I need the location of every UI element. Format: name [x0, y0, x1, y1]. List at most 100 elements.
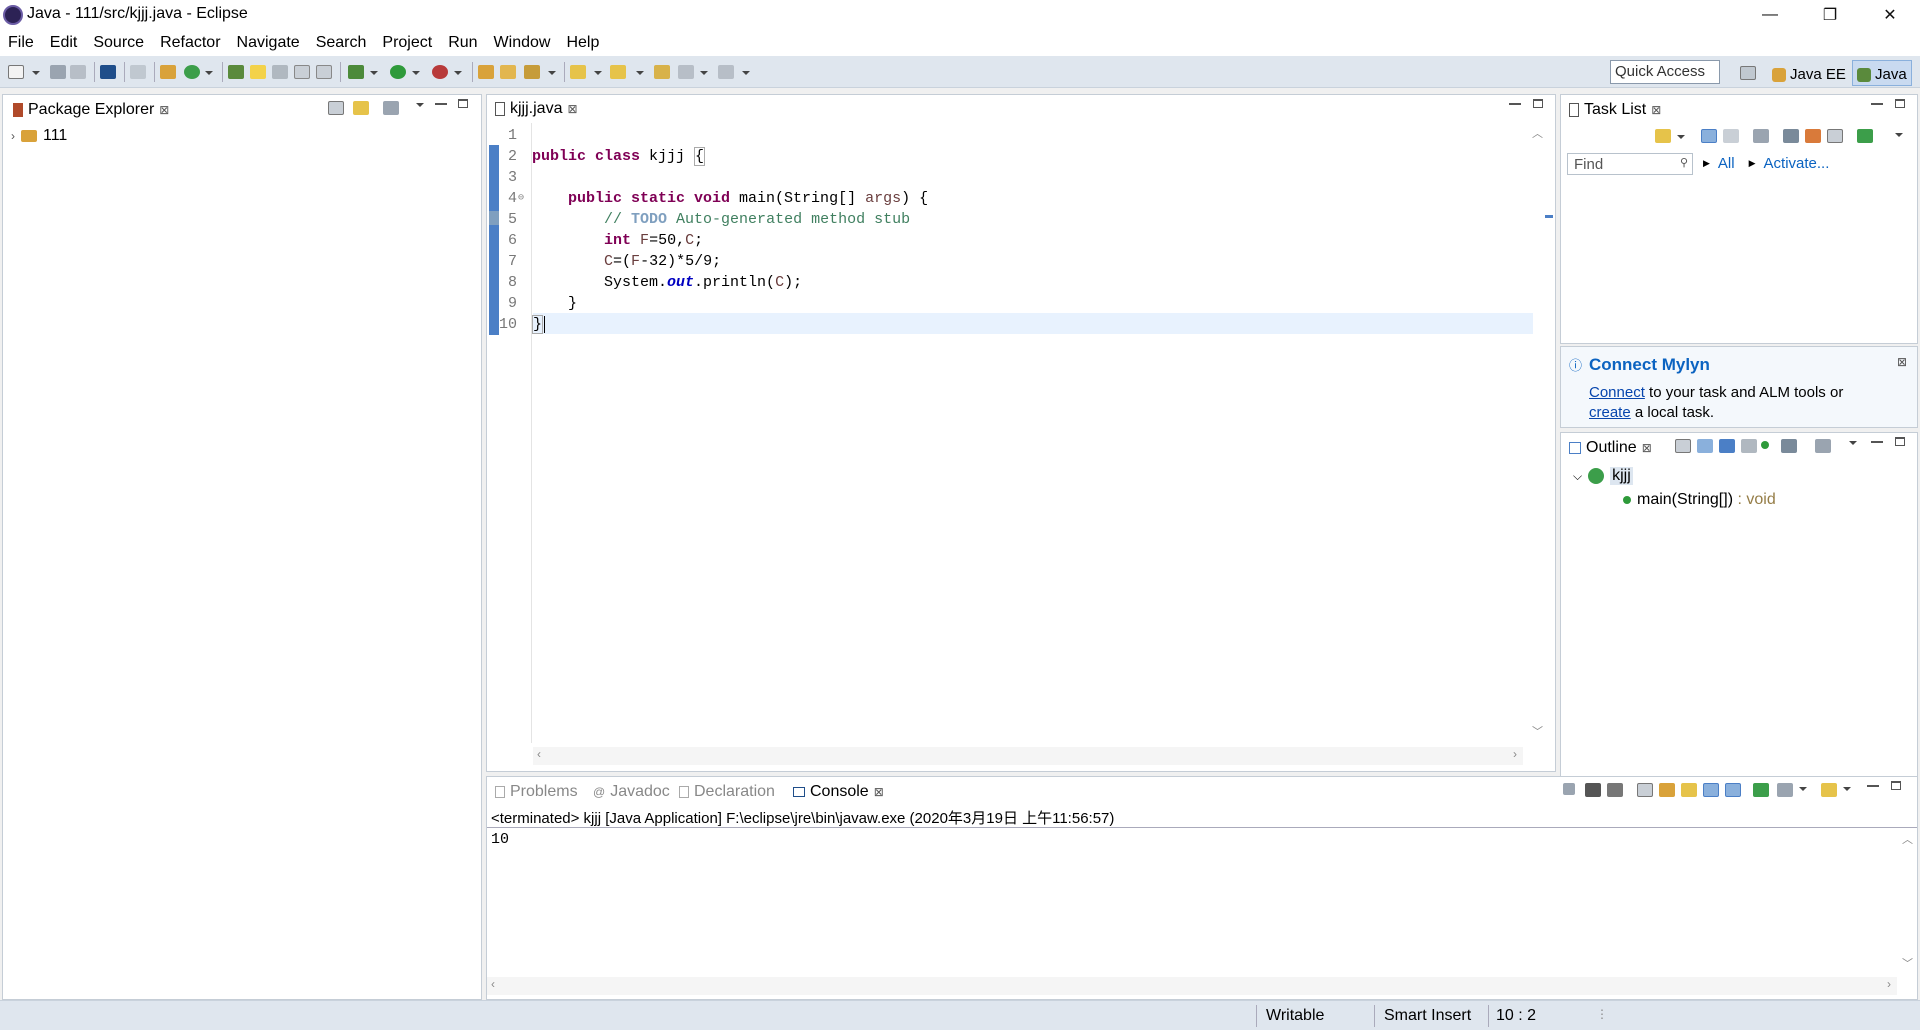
close-tab-icon[interactable]: ⊠ [1651, 103, 1661, 117]
repository-icon[interactable] [1857, 129, 1873, 143]
editor-vertical-scrollbar[interactable]: ︿ ﹀ [1527, 123, 1547, 743]
clear-console-icon[interactable] [1637, 783, 1653, 797]
tree-item-111[interactable]: › 111 [11, 127, 67, 145]
focus-icon[interactable] [1753, 129, 1769, 143]
tab-console[interactable]: Console ⊠ [787, 779, 890, 805]
back-dropdown-icon[interactable] [700, 71, 708, 75]
close-icon[interactable]: ⊠ [1897, 355, 1907, 369]
sync-icon[interactable] [1805, 129, 1821, 143]
maximize-view-icon[interactable] [1891, 781, 1901, 790]
prev-annotation-dropdown-icon[interactable] [636, 71, 644, 75]
open-perspective-icon[interactable] [1740, 66, 1756, 80]
scroll-right-icon[interactable]: › [1887, 977, 1891, 991]
perspective-java-ee[interactable]: Java EE [1768, 60, 1850, 86]
console-horizontal-scrollbar[interactable]: ‹ › [487, 977, 1897, 995]
new-task-dropdown-icon[interactable] [1677, 135, 1685, 139]
connect-link[interactable]: Connect [1589, 384, 1645, 401]
hide-completed-icon[interactable] [1783, 129, 1799, 143]
open-folder-icon[interactable] [478, 65, 494, 79]
sort-icon[interactable] [1697, 439, 1713, 453]
show-on-stderr-icon[interactable] [1725, 783, 1741, 797]
new-class-dropdown-icon[interactable] [205, 71, 213, 75]
maximize-editor-icon[interactable] [1533, 99, 1543, 108]
search-dropdown-icon[interactable] [548, 71, 556, 75]
external-tools-dropdown-icon[interactable] [454, 71, 462, 75]
minimize-editor-icon[interactable] [1509, 103, 1521, 105]
new-package-icon[interactable] [160, 65, 176, 79]
maximize-view-icon[interactable] [1895, 99, 1905, 108]
focus-task-icon[interactable] [383, 101, 399, 115]
activate-link[interactable]: Activate... [1764, 155, 1830, 172]
forward-icon[interactable] [718, 65, 734, 79]
scroll-lock-icon[interactable] [1659, 783, 1675, 797]
collapse-all-icon[interactable] [328, 101, 344, 115]
close-tab-icon[interactable]: ⊠ [159, 103, 169, 117]
focus-task-icon[interactable] [1815, 439, 1831, 453]
minimize-view-icon[interactable] [1867, 785, 1879, 787]
tab-declaration[interactable]: Declaration [673, 779, 781, 805]
new-class-icon[interactable] [184, 65, 200, 79]
tab-outline[interactable]: Outline ⊠ [1563, 435, 1658, 461]
word-wrap-icon[interactable] [294, 65, 310, 79]
minimize-button[interactable]: — [1740, 0, 1800, 30]
run-icon[interactable] [390, 65, 406, 79]
scroll-right-icon[interactable]: › [1513, 747, 1517, 761]
terminal-icon[interactable] [100, 65, 116, 79]
save-all-icon[interactable] [70, 65, 86, 79]
forward-dropdown-icon[interactable] [742, 71, 750, 75]
outline-class-node[interactable]: ⌵ kjjj [1573, 467, 1633, 485]
close-tab-icon[interactable]: ⊠ [567, 102, 577, 116]
scroll-down-icon[interactable]: ﹀ [1902, 955, 1913, 971]
terminate-icon[interactable] [1563, 783, 1575, 795]
word-wrap-console-icon[interactable] [1681, 783, 1697, 797]
menu-navigate[interactable]: Navigate [229, 30, 308, 56]
hide-static-icon[interactable] [1741, 439, 1757, 453]
minimize-view-icon[interactable] [1871, 103, 1883, 105]
view-menu-icon[interactable] [416, 103, 424, 107]
all-filter-link[interactable]: All [1718, 155, 1735, 172]
search-tool-icon[interactable] [524, 65, 540, 79]
quick-access-input[interactable]: Quick Access [1610, 60, 1720, 84]
status-cursor-position[interactable]: 10 : 2 [1496, 1007, 1536, 1025]
link-with-editor-icon[interactable] [353, 101, 369, 115]
open-task-icon[interactable] [500, 65, 516, 79]
menu-file[interactable]: File [0, 30, 42, 56]
scroll-down-icon[interactable]: ﹀ [1532, 723, 1543, 739]
external-tools-icon[interactable] [432, 65, 448, 79]
run-dropdown-icon[interactable] [412, 71, 420, 75]
new-icon[interactable] [8, 65, 24, 79]
hide-non-public-icon[interactable] [1761, 441, 1769, 449]
maximize-view-icon[interactable] [1895, 437, 1905, 446]
find-input[interactable]: Find ⚲ [1567, 153, 1693, 175]
menu-run[interactable]: Run [440, 30, 485, 56]
next-annotation-icon[interactable] [570, 65, 586, 79]
close-window-button[interactable]: ✕ [1860, 0, 1920, 30]
save-icon[interactable] [50, 65, 66, 79]
tab-problems[interactable]: Problems [489, 779, 584, 805]
block-selection-icon[interactable] [272, 65, 288, 79]
open-type-icon[interactable] [228, 65, 244, 79]
task-marker-icon[interactable] [489, 211, 499, 225]
scroll-left-icon[interactable]: ‹ [537, 747, 541, 761]
display-console-dropdown-icon[interactable] [1799, 787, 1807, 791]
console-output[interactable]: 10 [491, 831, 509, 848]
new-task-icon[interactable] [1655, 129, 1671, 143]
debug-dropdown-icon[interactable] [370, 71, 378, 75]
menu-window[interactable]: Window [486, 30, 559, 56]
tab-task-list[interactable]: Task List ⊠ [1563, 97, 1667, 123]
menu-refactor[interactable]: Refactor [152, 30, 228, 56]
menu-edit[interactable]: Edit [42, 30, 86, 56]
scroll-left-icon[interactable]: ‹ [491, 977, 495, 991]
chevron-right-icon[interactable]: › [11, 129, 15, 143]
hide-fields-icon[interactable] [1719, 439, 1735, 453]
menu-help[interactable]: Help [558, 30, 607, 56]
close-tab-icon[interactable]: ⊠ [874, 785, 884, 799]
maximize-view-icon[interactable] [458, 99, 468, 108]
back-icon[interactable] [678, 65, 694, 79]
menu-project[interactable]: Project [374, 30, 440, 56]
tab-package-explorer[interactable]: Package Explorer ⊠ [7, 97, 175, 123]
categorized-icon[interactable] [1701, 129, 1717, 143]
code-area[interactable]: 1 2 public class kjjj { 3 4 ⊖ public stati… [487, 125, 1527, 745]
collapse-all-icon[interactable] [1675, 439, 1691, 453]
skip-breakpoints-icon[interactable] [130, 65, 146, 79]
